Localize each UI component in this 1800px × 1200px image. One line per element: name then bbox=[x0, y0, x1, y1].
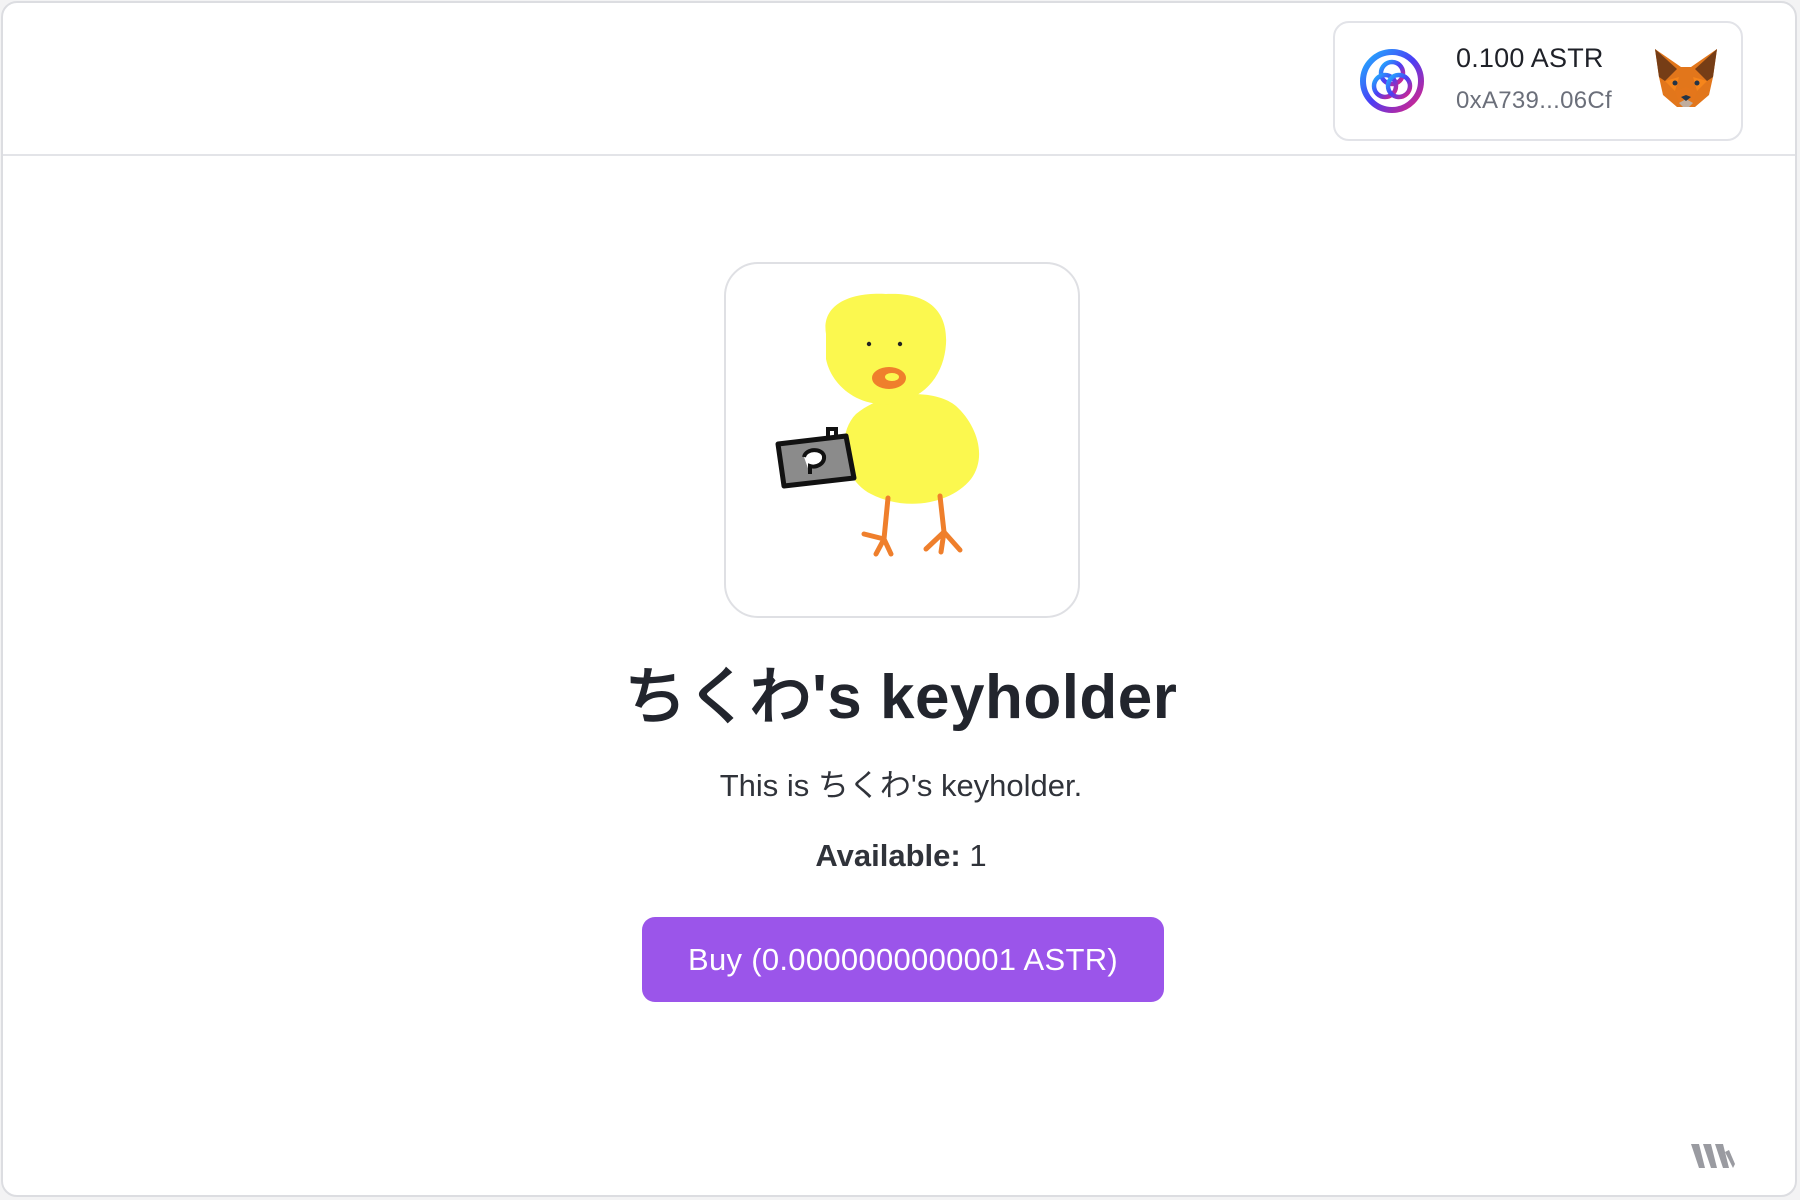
item-description: This is ちくわ's keyholder. bbox=[719, 768, 1083, 803]
available-value: 1 bbox=[969, 838, 987, 873]
brand-logo-icon[interactable] bbox=[1689, 1138, 1735, 1174]
wallet-connection-button[interactable]: 0.100 ASTR 0xA739...06Cf bbox=[1333, 21, 1743, 141]
availability-info: Available: 1 bbox=[3, 838, 1795, 874]
metamask-fox-icon bbox=[1655, 49, 1717, 107]
app-window: 0.100 ASTR 0xA739...06Cf ちくわ's keyholder… bbox=[1, 1, 1797, 1197]
top-bar: 0.100 ASTR 0xA739...06Cf bbox=[3, 3, 1795, 156]
astar-network-icon bbox=[1360, 49, 1424, 113]
item-title: ちくわ's keyholder bbox=[624, 663, 1178, 732]
available-label: Available: bbox=[815, 838, 961, 873]
chick-with-camera-image bbox=[775, 293, 980, 557]
wallet-address: 0xA739...06Cf bbox=[1456, 87, 1612, 114]
nft-image-card bbox=[724, 262, 1080, 618]
wallet-balance: 0.100 ASTR bbox=[1456, 43, 1604, 73]
buy-button[interactable]: Buy (0.0000000000001 ASTR) bbox=[642, 917, 1164, 1002]
main-content: ちくわ's keyholder This is ちくわ's keyholder.… bbox=[3, 156, 1795, 1195]
